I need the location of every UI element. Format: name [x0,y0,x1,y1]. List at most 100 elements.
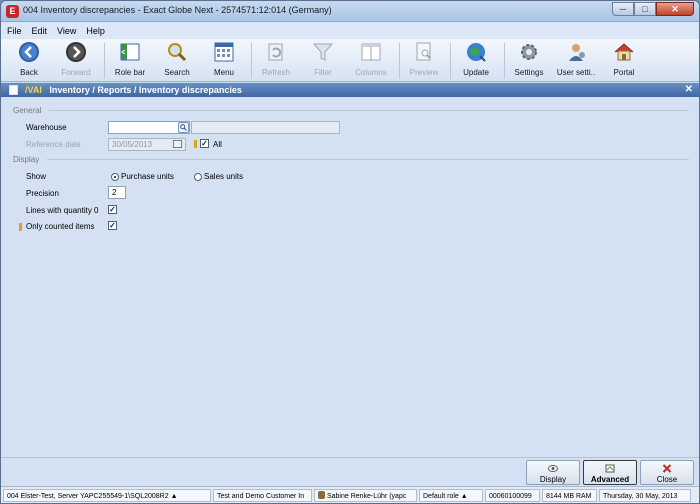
role-bar-icon [120,43,140,61]
page-code: /VAI [25,85,42,95]
status-role-text: Default role [423,492,459,500]
gear-icon [521,44,537,60]
user-settings-button[interactable]: User setti.. [553,41,599,77]
document-icon [9,85,18,95]
role-bar-button[interactable]: Role bar [109,41,151,77]
preview-icon [416,42,431,61]
section-divider [47,159,689,160]
close-window-button[interactable]: ✕ [656,2,694,16]
user-settings-icon [569,44,585,61]
filter-label: Filter [314,68,332,77]
close-button[interactable]: Close [640,460,694,485]
columns-button[interactable]: Columns [351,41,391,77]
eye-icon [548,465,558,472]
status-user[interactable]: Sabine Renke-Lühr (yapc [314,488,417,502]
breadcrumb: Inventory / Reports / Inventory discrepa… [49,85,242,95]
settings-label: Settings [514,68,544,77]
lines-qty-zero-label: Lines with quantity 0 [26,206,99,215]
back-arrow-icon [19,42,39,62]
precision-label: Precision [26,189,59,198]
button-bar: Display Advanced Close [1,457,699,486]
status-role-arrow-icon: ▲ [460,492,468,500]
reference-date-label: Reference date [26,140,81,149]
page-header: /VAI Inventory / Reports / Inventory dis… [1,83,699,97]
close-icon [662,464,672,473]
filter-button[interactable]: Filter [304,41,342,77]
preview-label: Preview [409,68,439,77]
status-company-text: 004 Elster-Test, Server YAPC255549-1\SQL… [7,492,169,500]
lines-qty-zero-checkbox[interactable]: ✓ [108,205,117,214]
forward-button[interactable]: Forward [56,41,96,77]
mandatory-marker [19,223,22,231]
toolbar-separator [399,43,400,79]
all-checkbox[interactable]: ✓ [200,139,209,148]
columns-label: Columns [355,68,387,77]
menu-file[interactable]: File [7,26,22,36]
purchase-units-radio[interactable] [111,173,119,181]
menu-view[interactable]: View [57,26,76,36]
update-globe-icon [467,43,486,62]
advanced-label: Advanced [590,475,630,484]
advanced-button[interactable]: Advanced [583,460,637,485]
refresh-label: Refresh [261,68,290,77]
window-controls: ─ □ ✕ [612,2,694,16]
portal-house-icon [614,43,634,61]
columns-icon [361,43,381,61]
section-general: General [13,106,42,115]
toolbar-separator [504,43,505,79]
update-button[interactable]: Update [456,41,496,77]
warehouse-description [191,121,340,134]
menu-edit[interactable]: Edit [32,26,48,36]
section-divider [49,110,689,111]
menu-help[interactable]: Help [86,26,105,36]
portal-button[interactable]: Portal [605,41,643,77]
menu-button[interactable]: Menu [205,41,243,77]
status-ram: 8144 MB RAM [542,488,597,502]
status-role[interactable]: Default role ▲ [419,488,483,502]
search-icon [180,124,187,131]
status-bar: 004 Elster-Test, Server YAPC255549-1\SQL… [1,486,699,503]
user-settings-label: User setti.. [556,68,596,77]
all-label: All [213,140,222,149]
preview-button[interactable]: Preview [404,41,444,77]
advanced-icon [605,464,615,473]
filter-icon [312,43,334,61]
portal-label: Portal [613,68,635,77]
precision-input[interactable]: 2 [108,186,126,199]
purchase-units-label: Purchase units [121,172,174,181]
refresh-icon [268,43,283,61]
user-avatar-icon [318,490,325,499]
close-page-icon[interactable]: ✕ [685,83,693,97]
status-company[interactable]: 004 Elster-Test, Server YAPC255549-1\SQL… [3,488,211,502]
main-window: E 004 Inventory discrepancies - Exact Gl… [0,0,700,504]
maximize-button[interactable]: □ [634,2,656,16]
back-button[interactable]: Back [9,41,49,77]
sales-units-label: Sales units [204,172,244,181]
status-date: Thursday, 30 May, 2013 [599,488,691,502]
sales-units-radio[interactable] [194,173,202,181]
forward-arrow-icon [66,42,86,62]
only-counted-checkbox[interactable]: ✓ [108,221,117,230]
back-label: Back [20,68,38,77]
refresh-button[interactable]: Refresh [256,41,296,77]
search-icon [168,43,187,62]
status-database[interactable]: Test and Demo Customer In [213,488,312,502]
only-counted-label: Only counted items [26,222,95,231]
menu-grid-icon [214,42,234,62]
mandatory-marker [194,140,197,148]
warehouse-lookup-icon[interactable] [178,122,189,133]
show-label: Show [26,172,47,181]
title-bar: E 004 Inventory discrepancies - Exact Gl… [1,1,699,22]
settings-button[interactable]: Settings [509,41,549,77]
search-button[interactable]: Search [158,41,196,77]
toolbar-separator [450,43,451,79]
display-button[interactable]: Display [526,460,580,485]
warehouse-label: Warehouse [26,123,67,132]
window-title: 004 Inventory discrepancies - Exact Glob… [23,5,332,15]
menu-label: Menu [213,68,234,77]
minimize-button[interactable]: ─ [612,2,634,16]
search-label: Search [164,68,190,77]
role-bar-label: Role bar [114,68,146,77]
calendar-icon[interactable] [173,140,182,148]
toolbar-separator [251,43,252,79]
